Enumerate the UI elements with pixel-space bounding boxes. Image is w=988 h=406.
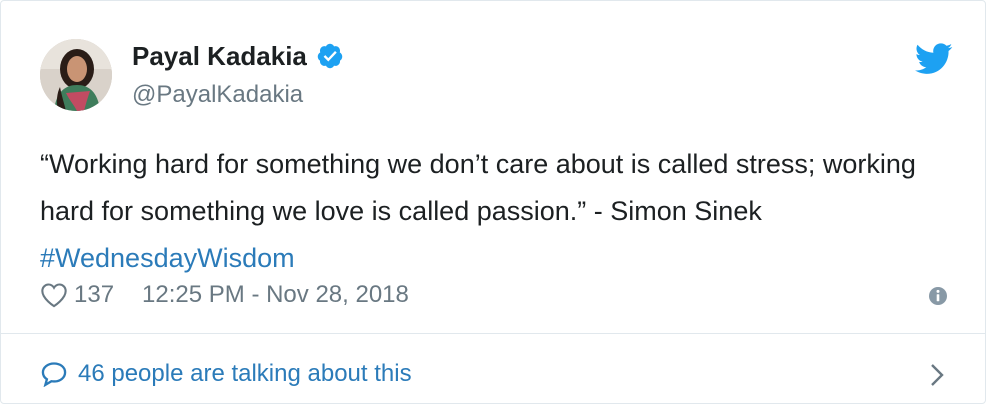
- avatar-image: [40, 39, 112, 111]
- conversation-text: 46 people are talking about this: [78, 360, 412, 387]
- author-name-text: Payal Kadakia: [132, 41, 307, 71]
- like-count[interactable]: 137: [74, 281, 114, 309]
- info-icon[interactable]: [928, 286, 948, 306]
- embedded-tweet-card: Payal Kadakia @PayalKadakia “Working har…: [0, 0, 986, 404]
- timestamp[interactable]: 12:25 PM - Nov 28, 2018: [142, 281, 409, 309]
- chat-bubble-icon: [41, 362, 67, 387]
- heart-icon[interactable]: [40, 282, 68, 308]
- tweet-text: “Working hard for something we don’t car…: [40, 141, 950, 282]
- chevron-right-icon[interactable]: [929, 362, 945, 388]
- hashtag-link[interactable]: #WednesdayWisdom: [40, 243, 295, 273]
- divider: [1, 333, 985, 334]
- twitter-bird-icon[interactable]: [915, 43, 953, 75]
- tweet-text-body: “Working hard for something we don’t car…: [40, 149, 916, 226]
- avatar[interactable]: [40, 39, 112, 111]
- conversation-link[interactable]: 46 people are talking about this: [40, 357, 412, 391]
- tweet-meta: 137 12:25 PM - Nov 28, 2018: [40, 279, 409, 311]
- author-handle[interactable]: @PayalKadakia: [132, 79, 303, 111]
- author-name[interactable]: Payal Kadakia: [132, 39, 344, 73]
- verified-badge-icon: [316, 42, 344, 70]
